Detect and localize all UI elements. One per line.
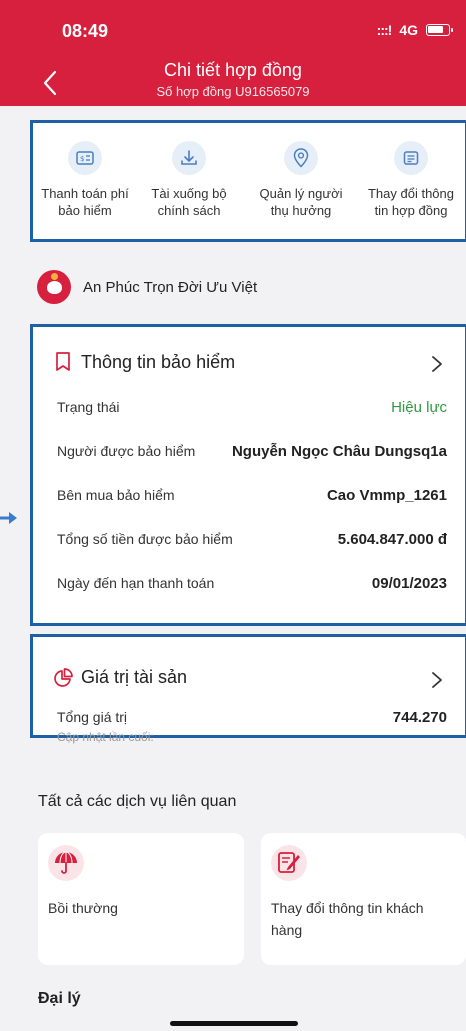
payment-icon: $: [68, 141, 102, 175]
asset-total-row: Tổng giá trị 744.270: [57, 709, 447, 726]
service-claims[interactable]: Bồi thường: [38, 833, 244, 965]
services-section-title: Tất cả các dịch vụ liên quan: [38, 793, 237, 810]
info-value: Cao Vmmp_1261: [326, 487, 447, 504]
contract-number: Số hợp đồng U916565079: [156, 84, 310, 99]
service-label: Thay đổi thông tin khách hàng: [271, 900, 424, 938]
edit-document-icon: [271, 845, 307, 881]
quick-action-label: tin hợp đồng: [374, 203, 448, 218]
quick-action-change-contract[interactable]: Thay đổi thông tin hợp đồng: [359, 141, 463, 219]
quick-actions-card: $ Thanh toán phí bảo hiểm Tài xuống bộ chí…: [30, 120, 466, 242]
info-value: 5.604.847.000 đ: [337, 531, 447, 548]
quick-action-download-policy[interactable]: Tài xuống bộ chính sách: [137, 141, 241, 219]
info-label: Người được bảo hiểm: [57, 443, 196, 459]
info-label: Tổng số tiền được bảo hiểm: [57, 531, 233, 547]
asset-total-value: 744.270: [392, 709, 447, 726]
page-title: Chi tiết hợp đồng: [164, 60, 302, 80]
arrow-right-icon: [0, 512, 17, 524]
bookmark-icon: [56, 352, 70, 371]
app-header: 08:49 :::! 4G Chi tiết hợp đồng Số hợp đ…: [0, 0, 466, 106]
product-name: An Phúc Trọn Đời Ưu Việt: [83, 278, 258, 296]
info-row-buyer: Bên mua bảo hiểm Cao Vmmp_1261: [57, 487, 447, 504]
home-indicator[interactable]: [170, 1021, 298, 1026]
insurance-info-card[interactable]: Thông tin bảo hiểm Trạng thái Hiệu lực N…: [30, 324, 466, 626]
quick-action-label: Thay đổi thông: [367, 186, 454, 201]
status-badge: Hiệu lực: [391, 399, 447, 416]
quick-action-label: chính sách: [157, 203, 221, 218]
last-updated-label: Cập nhật lần cuối:: [57, 730, 154, 744]
asset-value-header: Giá trị tài sản: [53, 667, 187, 688]
info-value: Nguyễn Ngọc Châu Dungsq1a: [231, 443, 447, 460]
quick-action-label: Tài xuống bộ: [151, 186, 227, 201]
quick-action-label: Thanh toán phí: [41, 186, 129, 201]
product-header: An Phúc Trọn Đời Ưu Việt: [37, 270, 257, 304]
signal-icon: :::!: [376, 22, 393, 38]
battery-icon: [426, 24, 453, 36]
document-icon: [394, 141, 428, 175]
chevron-right-icon: [432, 356, 442, 372]
asset-total-label: Tổng giá trị: [57, 709, 128, 725]
location-pin-icon: [284, 141, 318, 175]
service-change-customer-info[interactable]: Thay đổi thông tin khách hàng: [261, 833, 466, 965]
insurance-info-header: Thông tin bảo hiểm: [53, 351, 235, 373]
network-label: 4G: [399, 22, 418, 38]
info-value: 09/01/2023: [371, 575, 447, 592]
asset-value-title: Giá trị tài sản: [81, 667, 188, 687]
status-time: 08:49: [62, 21, 109, 41]
pie-chart-icon: [54, 667, 73, 687]
quick-action-label: Quản lý người: [259, 186, 343, 201]
download-icon: [172, 141, 206, 175]
quick-action-label: bảo hiểm: [58, 203, 112, 218]
umbrella-icon: [48, 845, 84, 881]
info-row-due-date: Ngày đến hạn thanh toán 09/01/2023: [57, 575, 447, 592]
info-row-insured: Người được bảo hiểm Nguyễn Ngọc Châu Dun…: [57, 443, 447, 460]
insurance-info-title: Thông tin bảo hiểm: [81, 351, 236, 372]
info-row-status: Trạng thái Hiệu lực: [57, 399, 447, 416]
product-logo-icon: [37, 270, 71, 304]
info-label: Trạng thái: [57, 399, 120, 415]
agent-section-title: Đại lý: [38, 990, 81, 1007]
service-label: Bồi thường: [48, 900, 118, 916]
info-label: Ngày đến hạn thanh toán: [57, 575, 215, 591]
asset-value-card[interactable]: Giá trị tài sản Tổng giá trị 744.270 Cập…: [30, 634, 466, 744]
status-indicators: :::! 4G: [376, 22, 453, 38]
info-label: Bên mua bảo hiểm: [57, 487, 175, 503]
quick-action-beneficiaries[interactable]: Quản lý người thụ hưởng: [249, 141, 353, 219]
info-row-sum-insured: Tổng số tiền được bảo hiểm 5.604.847.000…: [57, 531, 447, 548]
quick-action-pay-premium[interactable]: $ Thanh toán phí bảo hiểm: [33, 141, 137, 219]
quick-action-label: thụ hưởng: [270, 203, 332, 218]
svg-text:$: $: [80, 155, 84, 163]
chevron-right-icon: [432, 672, 442, 688]
